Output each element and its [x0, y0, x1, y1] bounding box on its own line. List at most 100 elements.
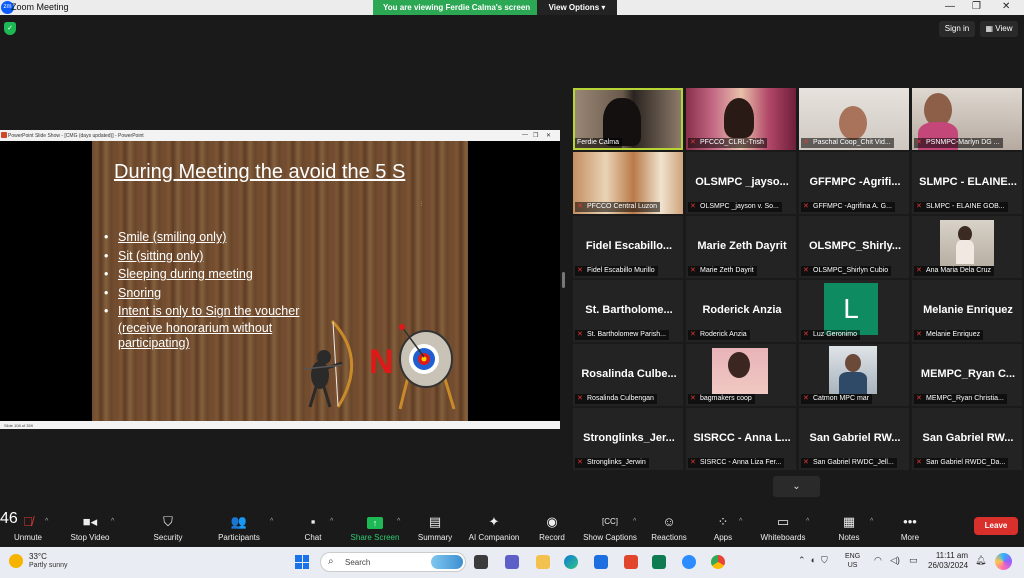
participants-label: Participants — [218, 533, 260, 542]
ai-companion-button[interactable]: ✦ AI Companion — [466, 514, 522, 542]
weather-condition: Partly sunny — [29, 562, 68, 569]
close-icon[interactable]: ✕ — [1002, 1, 1010, 12]
store-icon[interactable] — [594, 555, 608, 569]
copilot-icon[interactable] — [995, 553, 1012, 570]
zoom-taskbar-icon[interactable] — [682, 555, 696, 569]
view-options-button[interactable]: View Options ▾ — [537, 0, 617, 15]
participant-tile[interactable]: L ✕ Luz Geronimo — [799, 280, 909, 342]
taskbar-clock[interactable]: 11:11 am 26/03/2024 — [928, 551, 968, 571]
security-shield-icon[interactable]: ✓ — [4, 22, 16, 35]
teams-icon[interactable] — [505, 555, 519, 569]
file-explorer-icon[interactable] — [536, 555, 550, 569]
video-options-chevron-icon[interactable]: ^ — [111, 518, 114, 525]
participant-tile[interactable]: ✕ Paschal Coop_Chit Vid... — [799, 88, 909, 150]
participant-tile[interactable]: ✕ Ana Maria Dela Cruz — [912, 216, 1022, 278]
notes-button[interactable]: ▦ Notes — [834, 514, 864, 542]
chat-options-chevron-icon[interactable]: ^ — [330, 518, 333, 525]
gallery-next-page-chevron-icon[interactable]: ⌄ — [773, 476, 820, 497]
publisher-icon[interactable] — [652, 555, 666, 569]
participant-tile[interactable]: Roderick Anzia ✕ Roderick Anzia — [686, 280, 796, 342]
split-view-handle[interactable] — [562, 272, 565, 288]
participant-name: Stronglinks_Jer... — [583, 432, 675, 444]
participant-tile[interactable]: San Gabriel RW... ✕ San Gabriel RWDC_Jell… — [799, 408, 909, 470]
share-options-chevron-icon[interactable]: ^ — [397, 518, 400, 525]
captions-options-chevron-icon[interactable]: ^ — [633, 518, 636, 525]
notification-bell-icon[interactable]: 🔔︎ — [975, 555, 986, 566]
windows-start-icon[interactable] — [295, 555, 309, 569]
show-captions-label: Show Captions — [583, 533, 637, 542]
notes-options-chevron-icon[interactable]: ^ — [870, 518, 873, 525]
share-screen-button[interactable]: ↑ Share Screen — [348, 514, 402, 542]
participant-avatar: L — [824, 283, 878, 335]
show-captions-button[interactable]: [CC] Show Captions — [582, 514, 638, 542]
participant-tile[interactable]: OLSMPC_Shirly... ✕ OLSMPC_Shirlyn Cubio — [799, 216, 909, 278]
participant-tile[interactable]: SLMPC - ELAINE... ✕ SLMPC - ELAINE GOB... — [912, 152, 1022, 214]
stop-video-button[interactable]: ■◂ Stop Video — [66, 514, 114, 542]
participant-tile[interactable]: San Gabriel RW... ✕ San Gabriel RWDC_Da..… — [912, 408, 1022, 470]
taskbar-search-input[interactable]: ⌕ Search — [320, 552, 466, 572]
tray-chevron-icon: ⌃ — [798, 555, 806, 565]
participant-tile[interactable]: ✕ PSNMPC-Marlyn DG ... — [912, 88, 1022, 150]
participant-tile[interactable]: MEMPC_Ryan C... ✕ MEMPC_Ryan Christia... — [912, 344, 1022, 406]
edge-icon[interactable] — [564, 555, 578, 569]
security-button[interactable]: ⛉ Security — [148, 514, 188, 542]
participant-tile[interactable]: ✕ PFCCO_CLRL-Trish — [686, 88, 796, 150]
viewing-banner: You are viewing Ferdie Calma's screen Vi… — [373, 0, 617, 15]
sign-in-button[interactable]: Sign in — [939, 21, 975, 37]
summary-button[interactable]: ▤ Summary — [415, 514, 455, 542]
view-button[interactable]: ▦ View — [980, 21, 1018, 37]
muted-mic-icon: ✕ — [577, 459, 583, 466]
battery-icon[interactable]: ▭ — [909, 555, 918, 566]
view-button-label: View — [995, 24, 1013, 33]
participant-tile[interactable]: GFFMPC -Agrifi... ✕ GFFMPC -Agrifina A. G… — [799, 152, 909, 214]
apps-button[interactable]: ⁘ Apps — [708, 514, 738, 542]
chrome-icon[interactable] — [711, 555, 725, 569]
participant-tile[interactable]: ✕ bagmakers coop — [686, 344, 796, 406]
participant-tile[interactable]: Stronglinks_Jer... ✕ Stronglinks_Jerwin — [573, 408, 683, 470]
audio-options-chevron-icon[interactable]: ^ — [45, 518, 48, 525]
participant-tile[interactable]: SISRCC - Anna L... ✕ SISRCC - Anna Liza F… — [686, 408, 796, 470]
label-text: SLMPC - ELAINE GOB... — [926, 203, 1005, 210]
wifi-icon[interactable]: ◠ — [874, 555, 882, 566]
whiteboards-options-chevron-icon[interactable]: ^ — [806, 518, 809, 525]
weather-temp: 33°C — [29, 552, 47, 561]
participant-tile[interactable]: Fidel Escabillo... ✕ Fidel Escabillo Muri… — [573, 216, 683, 278]
reactions-button[interactable]: ☺ Reactions — [650, 514, 688, 542]
unmute-button[interactable]: 🎙̸ Unmute — [8, 514, 48, 542]
participants-options-chevron-icon[interactable]: ^ — [270, 518, 273, 525]
muted-mic-icon: ✕ — [690, 203, 696, 210]
language-indicator[interactable]: ENG US — [845, 552, 860, 570]
participant-tile[interactable]: Marie Zeth Dayrit ✕ Marie Zeth Dayrit — [686, 216, 796, 278]
participant-tile[interactable]: ✕ Catmon MPC mar — [799, 344, 909, 406]
participant-name: Rosalinda Culbe... — [581, 368, 677, 380]
participant-tile[interactable]: OLSMPC _jayso... ✕ OLSMPC _jayson v. So..… — [686, 152, 796, 214]
participant-tile[interactable]: St. Bartholome... ✕ St. Bartholomew Paris… — [573, 280, 683, 342]
participant-name-label: ✕ PSNMPC-Marlyn DG ... — [914, 138, 1003, 148]
apps-options-chevron-icon[interactable]: ^ — [739, 518, 742, 525]
minimize-icon[interactable]: — — [945, 1, 955, 12]
participant-tile[interactable]: Ferdie Calma — [573, 88, 683, 150]
chat-button[interactable]: ▪ Chat — [297, 514, 329, 542]
more-button[interactable]: ••• More — [895, 514, 925, 542]
muted-mic-icon: ✕ — [803, 267, 809, 274]
shared-screen[interactable]: PowerPoint Slide Show - [CMG (days updat… — [0, 130, 560, 429]
participant-tile[interactable]: ✕ PFCCO Central Luzon — [573, 152, 683, 214]
participant-shirt — [956, 240, 974, 264]
task-view-icon[interactable] — [474, 555, 488, 569]
participant-name-label: ✕ Melanie Enriquez — [914, 330, 984, 340]
leave-button[interactable]: Leave — [974, 517, 1018, 535]
participant-tile[interactable]: Rosalinda Culbe... ✕ Rosalinda Culbengan — [573, 344, 683, 406]
maximize-icon[interactable]: ❐ — [972, 1, 981, 12]
muted-mic-icon: 🎙̸ — [23, 514, 33, 529]
volume-icon[interactable]: ◁) — [890, 555, 900, 566]
record-button[interactable]: ◉ Record — [536, 514, 568, 542]
system-tray[interactable]: ⌃ ◐ ⛉ — [798, 555, 828, 566]
participant-tile[interactable]: Melanie Enriquez ✕ Melanie Enriquez — [912, 280, 1022, 342]
participants-button[interactable]: 👥 Participants — [212, 514, 266, 542]
share-screen-label: Share Screen — [350, 533, 400, 542]
wps-office-icon[interactable] — [624, 555, 638, 569]
label-text: St. Bartholomew Parish... — [587, 331, 666, 338]
participant-name: St. Bartholome... — [585, 304, 673, 316]
whiteboards-button[interactable]: ▭ Whiteboards — [758, 514, 808, 542]
zoom-window: zm Zoom Meeting — ❐ ✕ You are viewing Fe… — [0, 0, 1024, 578]
